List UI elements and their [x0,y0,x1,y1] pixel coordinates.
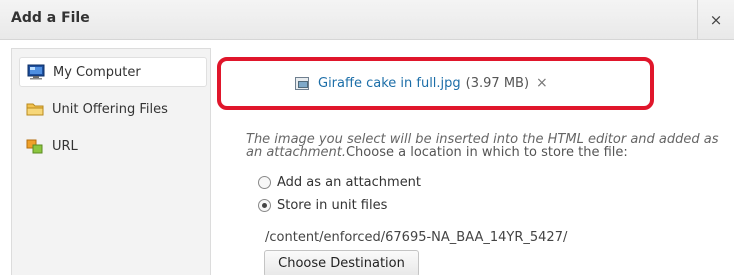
attachment-radio[interactable] [258,175,271,189]
close-icon: × [709,11,723,29]
selected-file-row: Giraffe cake in full.jpg (3.97 MB) × [295,73,548,93]
sidebar-item-unit-offering-files[interactable]: Unit Offering Files [19,94,207,124]
selected-file-highlight: Giraffe cake in full.jpg (3.97 MB) × [217,57,654,110]
remove-file-icon[interactable]: × [536,75,548,91]
choose-destination-button[interactable]: Choose Destination [264,250,419,275]
dialog-titlebar: Add a File × [0,0,734,40]
file-name-link[interactable]: Giraffe cake in full.jpg [318,76,461,91]
file-size: (3.97 MB) [465,75,530,91]
close-button[interactable]: × [697,0,734,40]
add-file-dialog: Add a File × My Computer Unit Offering F… [0,0,734,275]
sidebar-item-label: Unit Offering Files [52,101,168,117]
image-file-icon [295,76,309,90]
sidebar-item-url[interactable]: URL [19,131,207,161]
option-store-in-unit-files[interactable]: Store in unit files [258,196,387,214]
sidebar-item-label: My Computer [53,64,141,80]
destination-path: /content/enforced/67695-NA_BAA_14YR_5427… [265,230,568,245]
unit-files-radio[interactable] [258,198,271,212]
sidebar-item-label: URL [52,138,78,154]
source-sidebar: My Computer Unit Offering Files URL [11,48,211,275]
description-normal: Choose a location in which to store the … [345,145,628,160]
url-icon [26,139,43,154]
option-label: Store in unit files [277,197,388,213]
sidebar-item-my-computer[interactable]: My Computer [19,57,207,87]
storage-description: The image you select will be inserted in… [246,133,728,159]
computer-icon [27,64,45,80]
dialog-title: Add a File [11,10,90,26]
folder-icon [26,103,44,116]
option-add-as-attachment[interactable]: Add as an attachment [258,173,421,191]
option-label: Add as an attachment [277,174,422,190]
